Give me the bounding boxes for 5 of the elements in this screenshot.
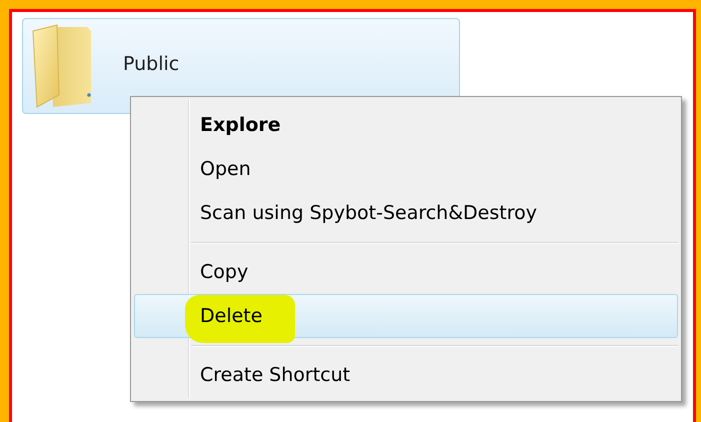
menu-item[interactable]: Create Shortcut [134,353,678,397]
menu-item[interactable]: Scan using Spybot-Search&Destroy [134,191,678,235]
folder-name: Public [123,53,180,75]
menu-item[interactable]: Copy [134,250,678,294]
menu-item[interactable]: Open [134,147,678,191]
